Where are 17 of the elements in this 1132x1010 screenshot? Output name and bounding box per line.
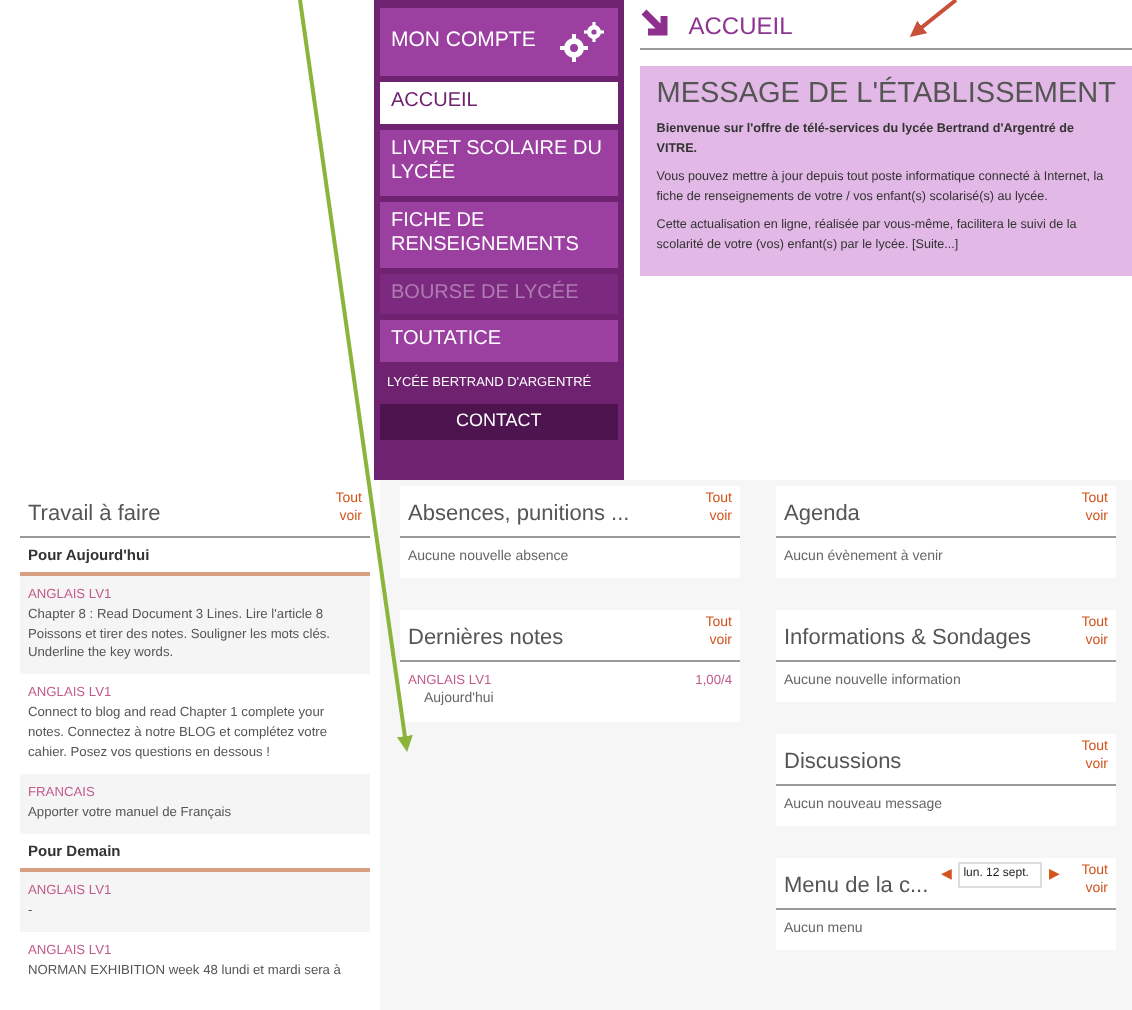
widget-title: Agenda	[784, 500, 860, 530]
widget-title: Absences, punitions ...	[408, 500, 630, 530]
widget-title: Menu de la c...	[784, 872, 929, 902]
annotation-arrow	[909, 0, 958, 37]
sidebar-item[interactable]: FICHE DE RENSEIGNEMENTS	[379, 201, 619, 267]
gears-icon	[558, 20, 607, 64]
widget-title: Discussions	[784, 748, 902, 778]
widget-title: Travail à faire	[28, 500, 161, 530]
sidebar-item[interactable]: ACCUEIL	[379, 82, 619, 123]
message-title: MESSAGE DE L'ÉTABLISSEMENT	[656, 78, 1116, 113]
sidebar-item[interactable]: TOUTATICE	[379, 320, 619, 361]
widget-title: Informations & Sondages	[784, 624, 1032, 654]
widget-title: Dernières notes	[408, 624, 564, 654]
page-title: ACCUEIL	[688, 10, 793, 44]
sidebar-item[interactable]: LIVRET SCOLAIRE DU LYCÉE	[379, 129, 619, 195]
contact-button[interactable]: CONTACT	[379, 404, 619, 440]
account-menu-header[interactable]: MON COMPTE	[379, 8, 619, 76]
